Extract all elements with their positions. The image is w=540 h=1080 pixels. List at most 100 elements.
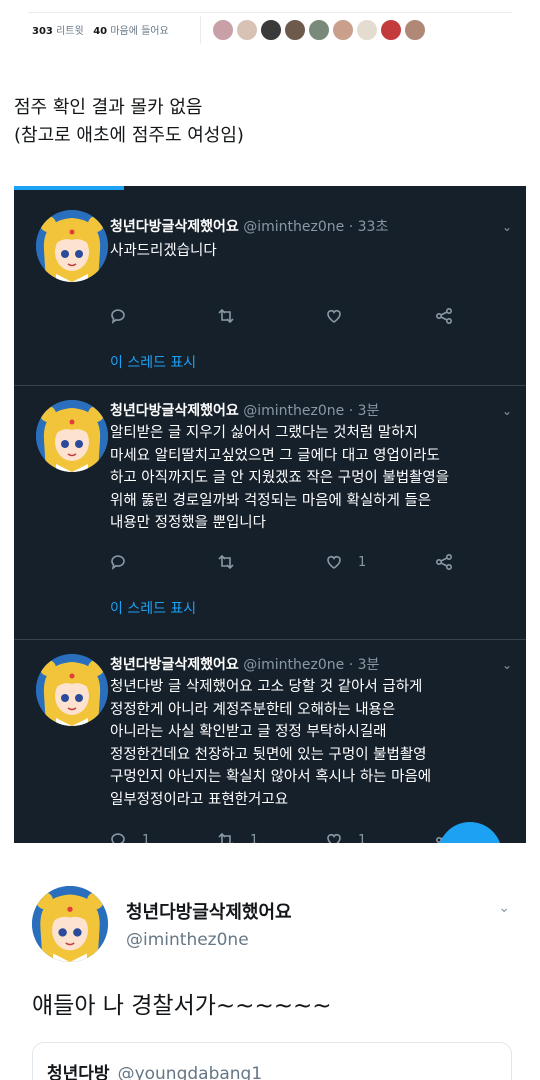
tab-indicator: [14, 186, 124, 190]
retweet-button[interactable]: 1: [216, 830, 258, 843]
caption-line: 점주 확인 결과 몰카 없음: [14, 97, 203, 118]
retweet-icon: [218, 832, 233, 843]
liker-avatar[interactable]: [236, 19, 258, 41]
liker-avatar[interactable]: [380, 19, 402, 41]
post-caption: 점주 확인 결과 몰카 없음 (참고로 애초에 점주도 여성임): [14, 94, 244, 150]
handle[interactable]: @iminthez0ne: [243, 403, 344, 419]
like-count: 1: [358, 832, 367, 844]
retweet-icon: [218, 308, 234, 324]
show-thread-link[interactable]: 이 스레드 표시: [110, 352, 196, 372]
sailor-moon-avatar-icon: [32, 886, 108, 962]
avatar[interactable]: [36, 400, 108, 472]
caption-line: (참고로 애초에 점주도 여성임): [14, 125, 244, 146]
quote-display-name[interactable]: 청년다방: [47, 1064, 110, 1080]
heart-icon: [327, 310, 341, 323]
retweet-icon: [218, 554, 234, 570]
tweet-header: 청년다방글삭제했어요 @iminthez0ne · 33초: [110, 216, 388, 236]
display-name[interactable]: 청년다방글삭제했어요: [110, 657, 239, 673]
tweet-line: 하고 아직까지도 글 안 지웠겠죠 작은 구멍이 불법촬영을: [110, 470, 450, 486]
reply-count: 1: [142, 832, 151, 844]
tweet-line: 청년다방 글 삭제했어요 고소 당할 것 같아서 급하게: [110, 679, 423, 695]
chevron-down-icon[interactable]: ⌄: [498, 900, 510, 916]
dark-mode-tweet-screenshot: 청년다방글삭제했어요 @iminthez0ne · 33초 ⌄ 사과드리겠습니다: [14, 186, 526, 843]
handle[interactable]: @iminthez0ne: [243, 219, 344, 235]
engagement-counts[interactable]: 303 리트윗 40 마음에 들어요: [32, 22, 169, 37]
reply-icon: [111, 555, 125, 570]
liker-avatar[interactable]: [260, 19, 282, 41]
tweet-header: 청년다방글삭제했어요 @iminthez0ne · 3분: [110, 654, 379, 674]
liker-avatar[interactable]: [404, 19, 426, 41]
tweet-line: 위해 뚫린 경로일까봐 걱정되는 마음에 확실하게 들은: [110, 492, 432, 509]
heart-icon: [327, 556, 341, 569]
divider: [200, 16, 201, 44]
show-thread-link[interactable]: 이 스레드 표시: [110, 598, 196, 618]
tweet-line: 내용만 정정했을 뿐입니다: [110, 515, 266, 531]
timestamp[interactable]: · 3분: [349, 657, 380, 673]
like-label: 마음에 들어요: [110, 26, 169, 37]
reply-button[interactable]: 1: [108, 830, 150, 843]
quote-handle[interactable]: @youngdabang1: [118, 1064, 263, 1080]
divider: [28, 12, 512, 13]
tweet-line: 마세요 알티딸치고싶었으면 그 글에다 대고 영업이라도: [110, 447, 440, 464]
tweet-stats-bar: 303 리트윗 40 마음에 들어요: [0, 0, 540, 52]
retweet-count: 1: [250, 832, 259, 844]
quote-header: 청년다방 @youngdabang1: [47, 1059, 262, 1080]
display-name[interactable]: 청년다방글삭제했어요: [126, 898, 292, 924]
reply-button[interactable]: [108, 552, 142, 572]
sailor-moon-avatar-icon: [36, 654, 108, 726]
timestamp[interactable]: · 3분: [349, 403, 380, 419]
retweet-button[interactable]: [216, 552, 250, 572]
quote-tweet-box[interactable]: 청년다방 @youngdabang1: [32, 1042, 512, 1080]
share-button[interactable]: [434, 552, 454, 572]
handle[interactable]: @iminthez0ne: [126, 930, 249, 950]
liker-avatar[interactable]: [332, 19, 354, 41]
quoted-tweet-card[interactable]: 청년다방글삭제했어요 @iminthez0ne ⌄ 얘들아 나 경찰서가~~~~…: [0, 870, 540, 1080]
like-button[interactable]: [324, 306, 358, 326]
like-button[interactable]: 1: [324, 830, 366, 843]
heart-icon: [327, 834, 341, 843]
tweet-line: 정정한건데요 천장하고 뒷면에 있는 구멍이 불법촬영: [110, 746, 427, 763]
chevron-down-icon[interactable]: ⌄: [502, 404, 512, 418]
timestamp[interactable]: · 33초: [349, 219, 389, 235]
reply-icon: [111, 833, 125, 843]
share-icon: [435, 553, 453, 571]
like-count: 1: [358, 554, 367, 570]
retweet-label: 리트윗: [56, 26, 84, 37]
tweet-line: 일부정정이라고 표현한거고요: [110, 791, 289, 808]
tweet-text: 알티받은 글 지우기 싫어서 그랬다는 것처럼 말하지 마세요 알티딸치고싶었으…: [110, 422, 500, 535]
tweet-text: 청년다방 글 삭제했어요 고소 당할 것 같아서 급하게 정정한게 아니라 계정…: [110, 676, 500, 811]
tweet-line: 사과드리겠습니다: [110, 243, 217, 259]
tweet-card[interactable]: 청년다방글삭제했어요 @iminthez0ne · 3분 ⌄ 청년다방 글 삭제…: [14, 640, 526, 843]
tweet-line: 정정한게 아니라 계정주분한테 오해하는 내용은: [110, 701, 396, 718]
liker-avatar[interactable]: [284, 19, 306, 41]
tweet-line: 아니라는 사실 확인받고 글 정정 부탁하시길래: [110, 724, 387, 740]
liker-avatar[interactable]: [356, 19, 378, 41]
tweet-card[interactable]: 청년다방글삭제했어요 @iminthez0ne · 3분 ⌄ 알티받은 글 지우…: [14, 386, 526, 640]
retweet-button[interactable]: [216, 306, 250, 326]
display-name[interactable]: 청년다방글삭제했어요: [110, 403, 239, 419]
sailor-moon-avatar-icon: [36, 400, 108, 472]
share-button[interactable]: [434, 306, 454, 326]
display-name[interactable]: 청년다방글삭제했어요: [110, 219, 239, 235]
avatar[interactable]: [36, 654, 108, 726]
tweet-text: 사과드리겠습니다: [110, 240, 500, 263]
like-button[interactable]: 1: [324, 552, 366, 572]
liker-avatar[interactable]: [212, 19, 234, 41]
tweet-line: 알티받은 글 지우기 싫어서 그랬다는 것처럼 말하지: [110, 425, 418, 441]
chevron-down-icon[interactable]: ⌄: [502, 658, 512, 672]
tweet-text: 얘들아 나 경찰서가~~~~~~: [32, 993, 332, 1019]
avatar[interactable]: [36, 210, 108, 282]
like-count: 40: [93, 26, 108, 37]
reply-button[interactable]: [108, 306, 142, 326]
chevron-down-icon[interactable]: ⌄: [502, 220, 512, 234]
tweet-header: 청년다방글삭제했어요 @iminthez0ne · 3분: [110, 400, 379, 420]
retweet-count: 303: [32, 26, 53, 37]
sailor-moon-avatar-icon: [36, 210, 108, 282]
tweet-line: 구멍인지 아닌지는 확실치 않아서 혹시나 하는 마음에: [110, 769, 432, 785]
share-icon: [435, 307, 453, 325]
reply-icon: [111, 309, 125, 324]
avatar[interactable]: [32, 886, 108, 962]
liker-avatar[interactable]: [308, 19, 330, 41]
tweet-card[interactable]: 청년다방글삭제했어요 @iminthez0ne · 33초 ⌄ 사과드리겠습니다: [14, 196, 526, 386]
handle[interactable]: @iminthez0ne: [243, 657, 344, 673]
